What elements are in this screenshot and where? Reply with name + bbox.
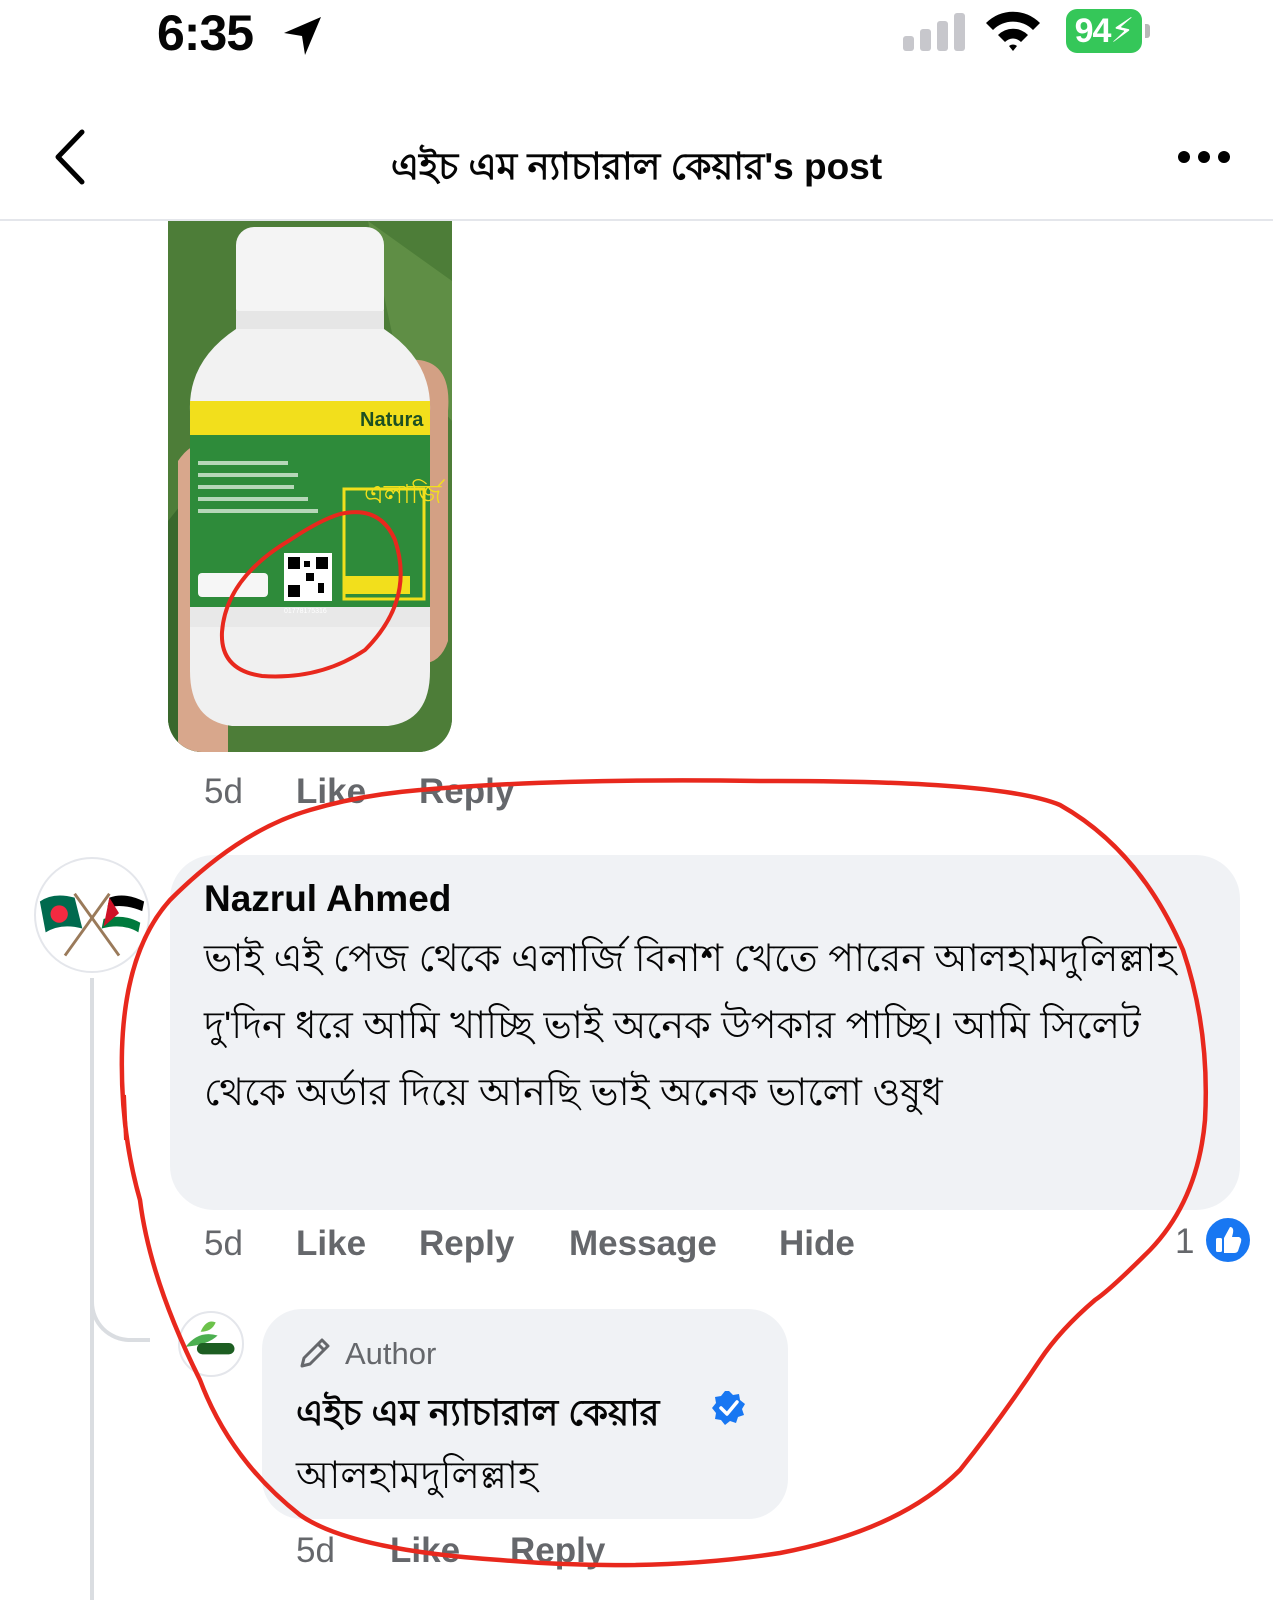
charging-bolt-icon: ⚡ bbox=[1110, 12, 1134, 50]
product-photo[interactable]: Natura এলার্জি 01778175316 bbox=[168, 221, 452, 752]
battery-indicator: 94 ⚡ bbox=[1066, 9, 1152, 53]
comment-reply-button[interactable]: Reply bbox=[419, 1224, 514, 1264]
page-avatar[interactable] bbox=[178, 1311, 244, 1377]
battery-level: 94 bbox=[1074, 11, 1112, 50]
location-arrow-icon bbox=[284, 17, 321, 55]
comment-hide-button[interactable]: Hide bbox=[779, 1224, 855, 1264]
page-title: এইচ এম ন্যাচারাল কেয়ার's post bbox=[390, 146, 883, 187]
first-comment-like-button[interactable]: Like bbox=[296, 772, 366, 812]
red-tick-mark bbox=[122, 1094, 128, 1141]
first-comment-age: 5d bbox=[204, 772, 243, 811]
reply-like-button[interactable]: Like bbox=[390, 1531, 460, 1571]
avatar[interactable] bbox=[34, 857, 150, 973]
status-time: 6:35 bbox=[157, 5, 254, 61]
reply-age: 5d bbox=[296, 1531, 335, 1570]
comment-like-button[interactable]: Like bbox=[296, 1224, 366, 1264]
bottle-product-name: এলার্জি bbox=[364, 479, 446, 510]
comment-author-name[interactable]: Nazrul Ahmed bbox=[204, 878, 451, 920]
bottle-phone: 01778175316 bbox=[284, 608, 327, 615]
reply-reply-button[interactable]: Reply bbox=[510, 1531, 605, 1571]
comment-message-button[interactable]: Message bbox=[569, 1224, 717, 1264]
reaction-count[interactable]: 1 bbox=[1175, 1222, 1194, 1262]
reply-author-name[interactable]: এইচ এম ন্যাচারাল কেয়ার bbox=[296, 1386, 659, 1446]
more-options-icon[interactable] bbox=[1176, 148, 1232, 166]
thumbs-up-icon[interactable] bbox=[1204, 1216, 1252, 1264]
comment-text: ভাই এই পেজ থেকে এলার্জি বিনাশ খেতে পারেন… bbox=[204, 938, 1177, 1114]
thread-connector bbox=[90, 1262, 150, 1342]
bottle-brand: Natura bbox=[360, 409, 424, 431]
comment-age: 5d bbox=[204, 1224, 243, 1263]
reply-text: আলহামদুলিল্লাহ bbox=[296, 1455, 538, 1497]
author-badge: Author bbox=[345, 1336, 437, 1371]
wifi-icon bbox=[986, 11, 1040, 51]
pencil-icon bbox=[300, 1338, 330, 1368]
verified-badge-icon bbox=[712, 1391, 745, 1425]
first-comment-reply-button[interactable]: Reply bbox=[419, 772, 514, 812]
cellular-signal-icon bbox=[903, 13, 965, 51]
